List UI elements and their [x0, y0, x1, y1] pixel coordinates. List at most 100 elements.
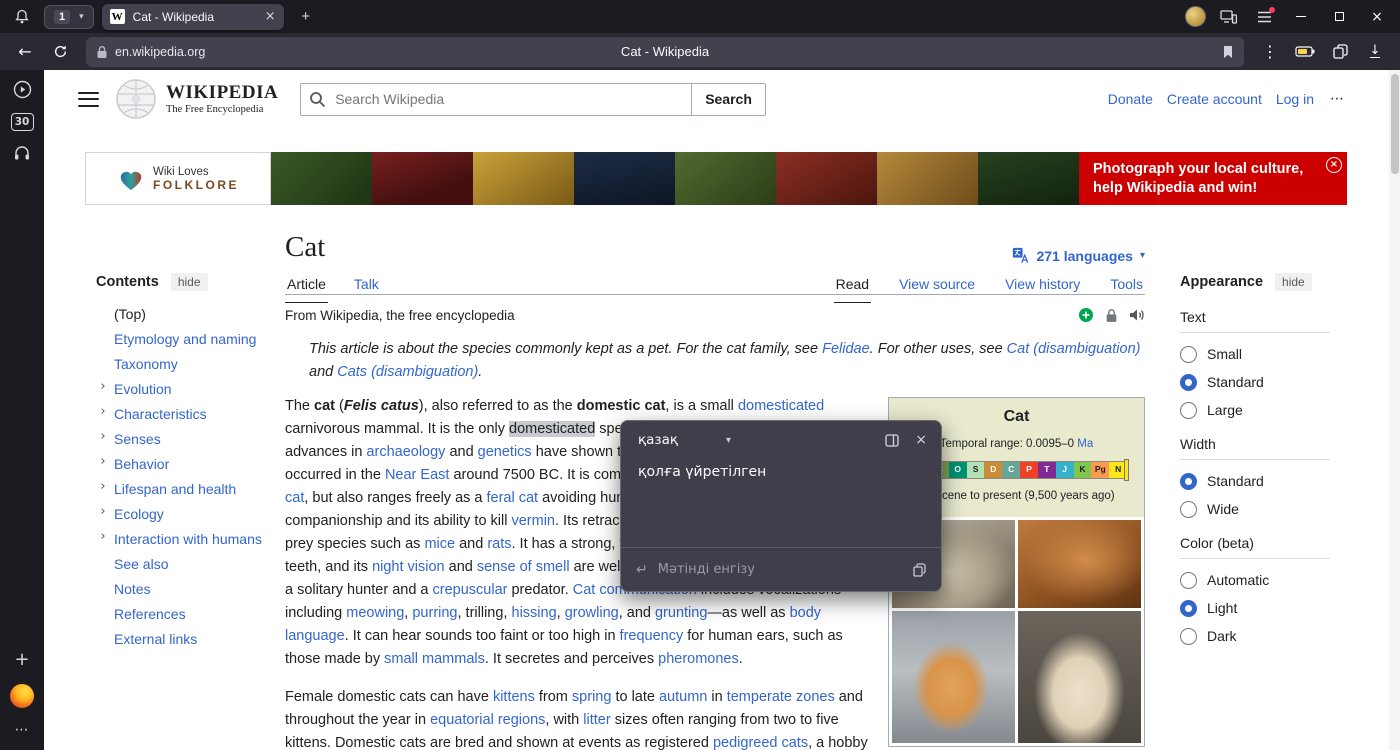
campaign-banner[interactable]: Wiki Loves FOLKLORE Photograph your loca…	[85, 152, 1347, 205]
wiki-link[interactable]: Cat (disambiguation)	[1007, 341, 1141, 357]
radio-icon[interactable]	[1180, 501, 1197, 518]
toc-link[interactable]: Taxonomy	[114, 356, 178, 372]
toc-link[interactable]: (Top)	[114, 306, 146, 322]
radio-text-small[interactable]: Small	[1180, 340, 1330, 368]
radio-selected-icon[interactable]	[1180, 600, 1197, 617]
toc-link[interactable]: Ecology	[114, 506, 164, 522]
toc-hide-button[interactable]: hide	[171, 273, 208, 291]
toc-link[interactable]: See also	[114, 556, 168, 572]
wiki-link[interactable]: archaeology	[366, 444, 445, 460]
wiki-link[interactable]: Felidae	[822, 341, 870, 357]
toc-item-see-also[interactable]: See also	[96, 551, 266, 576]
languages-button[interactable]: 271 languages ▾	[1012, 247, 1145, 264]
chevron-expand-icon[interactable]: ›	[97, 479, 109, 494]
chevron-expand-icon[interactable]: ›	[97, 379, 109, 394]
toc-item-senses[interactable]: ›Senses	[96, 426, 266, 451]
toc-item-evolution[interactable]: › Evolution	[96, 376, 266, 401]
banner-message-box[interactable]: Photograph your local culture, help Wiki…	[1079, 152, 1347, 205]
browser-tab[interactable]: W Cat - Wikipedia ×	[102, 4, 284, 30]
toc-link[interactable]: References	[114, 606, 186, 622]
wiki-link[interactable]: feral cat	[487, 490, 539, 506]
toc-item-ecology[interactable]: › Ecology	[96, 501, 266, 526]
tab-read[interactable]: Read	[834, 270, 871, 302]
appearance-hide-button[interactable]: hide	[1275, 273, 1312, 291]
wiki-link[interactable]: litter	[583, 712, 610, 728]
radio-text-large[interactable]: Large	[1180, 396, 1330, 424]
toc-link[interactable]: Characteristics	[114, 406, 207, 422]
radio-icon[interactable]	[1180, 346, 1197, 363]
popup-close-icon[interactable]: ×	[915, 432, 927, 448]
toc-item-interaction-with-humans[interactable]: › Interaction with humans	[96, 526, 266, 551]
tab-close-icon[interactable]: ×	[265, 9, 276, 24]
radio-width-wide[interactable]: Wide	[1180, 495, 1330, 523]
main-menu-icon[interactable]	[78, 92, 99, 107]
wiki-link[interactable]: frequency	[620, 628, 684, 644]
bookmark-icon[interactable]	[1222, 45, 1234, 59]
toc-item-top[interactable]: (Top)	[96, 301, 266, 326]
toc-item-references[interactable]: References	[96, 601, 266, 626]
wiki-link[interactable]: meowing	[346, 605, 404, 621]
scrollbar-thumb[interactable]	[1391, 74, 1399, 174]
rail-new-icon[interactable]: +	[14, 649, 29, 670]
badge-30-icon[interactable]: 30	[11, 113, 34, 131]
wiki-link[interactable]: purring	[412, 605, 457, 621]
new-tab-button[interactable]: +	[292, 4, 320, 30]
media-circle-icon[interactable]	[13, 80, 32, 99]
reload-button[interactable]	[45, 38, 75, 66]
tab-talk[interactable]: Talk	[352, 270, 381, 302]
radio-text-standard[interactable]: Standard	[1180, 368, 1330, 396]
wiki-link[interactable]: Cats (disambiguation)	[337, 364, 478, 380]
wiki-link[interactable]: kittens	[493, 689, 535, 705]
radio-color-beta-automatic[interactable]: Automatic	[1180, 566, 1330, 594]
toc-link[interactable]: External links	[114, 631, 197, 647]
wiki-link[interactable]: crepuscular	[433, 582, 508, 598]
toc-item-external-links[interactable]: External links	[96, 626, 266, 651]
wikipedia-logo[interactable]: WIKIPEDIA The Free Encyclopedia	[115, 78, 278, 120]
tab-article[interactable]: Article	[285, 270, 328, 302]
toc-item-notes[interactable]: Notes	[96, 576, 266, 601]
devices-sync-icon[interactable]	[1214, 4, 1242, 30]
header-link-create-account[interactable]: Create account	[1167, 91, 1262, 107]
toc-link[interactable]: Evolution	[114, 381, 172, 397]
toc-link[interactable]: Interaction with humans	[114, 531, 262, 547]
language-selector[interactable]: қазақ ▾	[638, 432, 731, 448]
copy-icon[interactable]	[913, 563, 926, 577]
download-icon[interactable]: ↓	[1360, 38, 1390, 66]
back-button[interactable]: ←	[10, 38, 40, 66]
wiki-link[interactable]: grunting	[655, 605, 707, 621]
tab-group-button[interactable]: 1 ▾	[44, 5, 94, 29]
chevron-expand-icon[interactable]: ›	[97, 504, 109, 519]
header-more-icon[interactable]: ⋯	[1330, 91, 1344, 107]
toc-item-etymology-and-naming[interactable]: Etymology and naming	[96, 326, 266, 351]
search-input[interactable]	[300, 83, 692, 116]
radio-selected-icon[interactable]	[1180, 374, 1197, 391]
radio-width-standard[interactable]: Standard	[1180, 467, 1330, 495]
page-scrollbar[interactable]	[1389, 70, 1400, 750]
wiki-link[interactable]: equatorial regions	[430, 712, 545, 728]
wiki-link[interactable]: vermin	[511, 513, 555, 529]
toc-item-behavior[interactable]: ›Behavior	[96, 451, 266, 476]
radio-icon[interactable]	[1180, 572, 1197, 589]
toc-link[interactable]: Behavior	[114, 456, 169, 472]
close-window-button[interactable]: ×	[1362, 4, 1392, 30]
chevron-expand-icon[interactable]: ›	[97, 529, 109, 544]
firefox-logo-icon[interactable]	[10, 684, 34, 708]
headset-icon[interactable]	[13, 145, 31, 162]
translate-input-row[interactable]: ↵ Мәтінді енгізу	[621, 547, 941, 591]
battery-icon[interactable]	[1290, 38, 1320, 66]
wiki-link[interactable]: spring	[572, 689, 612, 705]
wiki-link[interactable]: genetics	[478, 444, 532, 460]
alerts-bell-icon[interactable]	[8, 4, 36, 30]
radio-color-beta-light[interactable]: Light	[1180, 594, 1330, 622]
page-actions-icon[interactable]: ⋮	[1255, 38, 1285, 66]
tabs-copy-icon[interactable]	[1325, 38, 1355, 66]
chevron-expand-icon[interactable]: ›	[97, 404, 109, 419]
urlbar[interactable]: en.wikipedia.org Cat - Wikipedia	[86, 37, 1244, 67]
wiki-link[interactable]: Near East	[385, 467, 449, 483]
tab-tools[interactable]: Tools	[1108, 270, 1145, 302]
wiki-link[interactable]: rats	[487, 536, 511, 552]
search-button[interactable]: Search	[692, 83, 766, 116]
wiki-link[interactable]: sense of smell	[477, 559, 570, 575]
banner-close-icon[interactable]: ×	[1326, 157, 1342, 173]
wiki-link[interactable]: hissing	[512, 605, 557, 621]
